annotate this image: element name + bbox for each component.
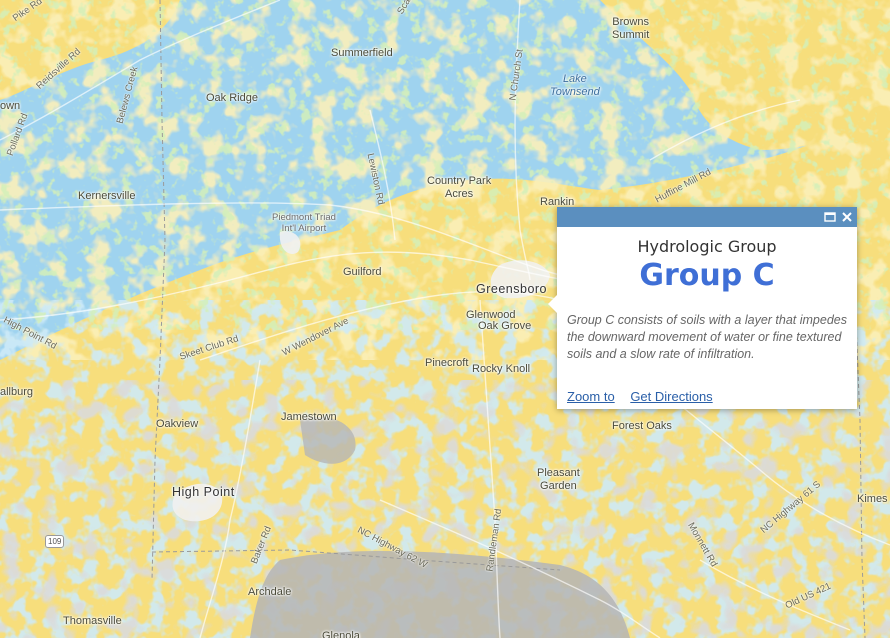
info-popup: Hydrologic Group Group C Group C consist… — [548, 207, 857, 409]
popup-heading: Hydrologic Group — [637, 237, 777, 256]
place-glenola: Glenola — [322, 630, 360, 638]
popup-actions: Zoom to Get Directions — [567, 389, 725, 404]
place-jamestown: Jamestown — [281, 411, 337, 423]
place-archdale: Archdale — [248, 586, 292, 598]
place-oakview: Oakview — [156, 418, 199, 430]
place-oak-ridge: Oak Ridge — [206, 92, 258, 104]
place-airport: Piedmont Triad Int'l Airport — [272, 212, 336, 234]
close-icon[interactable] — [840, 210, 854, 224]
place-summerfield: Summerfield — [331, 47, 393, 59]
place-browns-summit: Browns Summit — [612, 16, 650, 41]
get-directions-link[interactable]: Get Directions — [630, 389, 712, 404]
place-pleasant-garden: Pleasant Garden — [537, 467, 580, 492]
place-kernersville: Kernersville — [78, 190, 136, 202]
popup-description: Group C consists of soils with a layer t… — [567, 313, 847, 361]
place-lake-townsend: Lake Townsend — [550, 73, 600, 98]
place-forest-oaks: Forest Oaks — [612, 420, 672, 432]
place-thomasville: Thomasville — [63, 615, 122, 627]
zoom-to-link[interactable]: Zoom to — [567, 389, 615, 404]
highway-shield-109: 109 — [45, 535, 65, 548]
place-guilford: Guilford — [343, 266, 382, 278]
place-rocky-knoll: Rocky Knoll — [472, 363, 531, 375]
place-country-park-acres: Country Park Acres — [427, 175, 492, 200]
maximize-icon[interactable] — [823, 210, 837, 224]
place-town-left: own — [0, 100, 21, 112]
place-kimes: Kimes — [857, 493, 888, 505]
popup-pointer — [548, 295, 557, 313]
place-oak-grove: Oak Grove — [478, 320, 532, 332]
place-pinecroft: Pinecroft — [425, 357, 469, 369]
popup-value: Group C — [639, 258, 775, 293]
place-high-point: High Point — [172, 485, 235, 499]
popup-titlebar — [557, 207, 857, 227]
place-wallburg: allburg — [0, 386, 34, 398]
place-greensboro: Greensboro — [476, 282, 548, 296]
